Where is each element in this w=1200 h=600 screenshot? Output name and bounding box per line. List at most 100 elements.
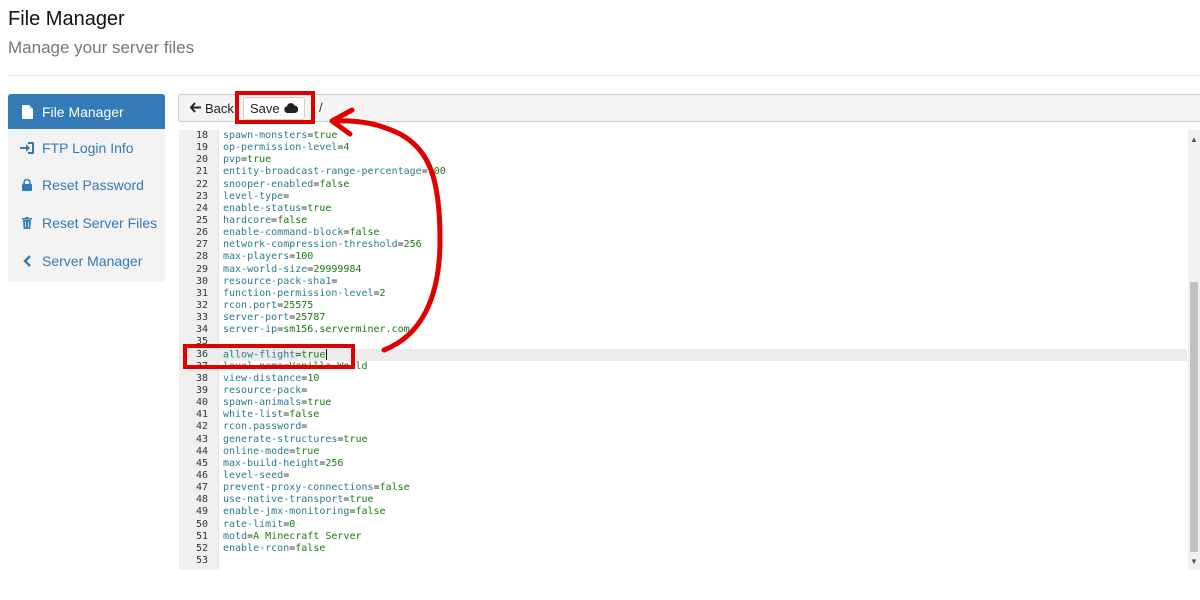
code-line[interactable]: 42 rcon.password=	[179, 421, 1187, 433]
back-button[interactable]: Back	[183, 97, 241, 120]
code-line[interactable]: 47 prevent-proxy-connections=false	[179, 482, 1187, 494]
property-value: false	[295, 542, 326, 554]
property-key: op-permission-level	[223, 142, 338, 154]
page-subtitle: Manage your server files	[8, 38, 195, 57]
code-line[interactable]: 49 enable-jmx-monitoring=false	[179, 506, 1187, 518]
property-key: view-distance	[223, 372, 302, 384]
scrollbar-thumb[interactable]	[1190, 282, 1198, 552]
property-key: rcon.port	[223, 299, 278, 311]
code-line[interactable]: 48 use-native-transport=true	[179, 494, 1187, 506]
code-line[interactable]: 30 resource-pack-sha1=	[179, 276, 1187, 288]
line-content: white-list=false	[223, 409, 319, 421]
code-line[interactable]: 18 spawn-monsters=true	[179, 130, 1187, 142]
sidebar-item-reset-password[interactable]: Reset Password	[8, 167, 165, 205]
code-line[interactable]: 25 hardcore=false	[179, 215, 1187, 227]
equals-sign: =	[283, 469, 290, 481]
code-line[interactable]: 52 enable-rcon=false	[179, 543, 1187, 555]
sidebar-item-ftp-login-info[interactable]: FTP Login Info	[8, 129, 165, 167]
property-key: level-seed	[223, 469, 284, 481]
code-line[interactable]: 26 enable-command-block=false	[179, 227, 1187, 239]
line-content: enable-rcon=false	[223, 543, 325, 555]
code-line[interactable]: 37 level-name=Vanilla World	[179, 361, 1187, 373]
code-line[interactable]: 39 resource-pack=	[179, 385, 1187, 397]
property-value: 256	[325, 457, 344, 469]
line-content: motd=A Minecraft Server	[223, 531, 362, 543]
code-line[interactable]: 20 pvp=true	[179, 154, 1187, 166]
code-line[interactable]: 45 max-build-height=256	[179, 458, 1187, 470]
line-number: 45	[195, 457, 208, 469]
property-key: spawn-monsters	[223, 130, 308, 141]
code-line[interactable]: 36 allow-flight=true	[179, 348, 1187, 361]
code-line[interactable]: 22 snooper-enabled=false	[179, 179, 1187, 191]
code-line[interactable]: 44 online-mode=true	[179, 446, 1187, 458]
arrow-left-icon	[189, 101, 201, 116]
sidebar-item-file-manager[interactable]: File Manager	[8, 94, 165, 129]
code-line[interactable]: 28 max-players=100	[179, 251, 1187, 263]
save-button[interactable]: Save	[243, 97, 305, 120]
line-number: 46	[195, 469, 208, 481]
property-key: pvp	[223, 154, 242, 166]
sidebar-item-server-manager[interactable]: Server Manager	[8, 242, 165, 280]
code-line[interactable]: 40 spawn-animals=true	[179, 397, 1187, 409]
code-line[interactable]: 53	[179, 555, 1187, 567]
code-line[interactable]: 33 server-port=25787	[179, 312, 1187, 324]
property-value: 29999984	[313, 263, 362, 275]
code-line[interactable]: 23 level-type=	[179, 191, 1187, 203]
code-line[interactable]: 43 generate-structures=true	[179, 434, 1187, 446]
property-value: true	[307, 202, 332, 214]
line-number: 48	[195, 494, 208, 506]
property-value: true	[313, 130, 338, 141]
code-line[interactable]: 24 enable-status=true	[179, 203, 1187, 215]
scroll-down-arrow-icon[interactable]: ▼	[1188, 554, 1200, 568]
text-cursor	[326, 348, 328, 360]
scroll-up-arrow-icon[interactable]: ▲	[1188, 132, 1200, 146]
code-line[interactable]: 50 rate-limit=0	[179, 519, 1187, 531]
line-content: level-type=	[223, 191, 289, 203]
code-line[interactable]: 31 function-permission-level=2	[179, 288, 1187, 300]
property-key: snooper-enabled	[223, 178, 314, 190]
line-content: resource-pack=	[223, 385, 307, 397]
property-value: 2	[379, 287, 386, 299]
code-line[interactable]: 27 network-compression-threshold=256	[179, 239, 1187, 251]
line-content: entity-broadcast-range-percentage=100	[223, 166, 446, 178]
code-line[interactable]: 34 server-ip=sm156.serverminer.com	[179, 324, 1187, 336]
code-line[interactable]: 29 max-world-size=29999984	[179, 264, 1187, 276]
property-key: allow-flight	[223, 349, 296, 361]
equals-sign: =	[283, 190, 290, 202]
line-number: 51	[195, 530, 208, 542]
property-value: Vanilla World	[289, 360, 368, 372]
chevron-left-icon	[18, 254, 36, 267]
property-key: white-list	[223, 409, 284, 421]
property-key: function-permission-level	[223, 287, 374, 299]
line-number: 34	[195, 324, 208, 336]
property-value: true	[295, 445, 320, 457]
editor-scrollbar[interactable]: ▲ ▼	[1188, 130, 1200, 570]
page-title: File Manager	[8, 8, 125, 30]
line-number: 20	[195, 154, 208, 166]
equals-sign: =	[331, 275, 338, 287]
code-line[interactable]: 21 entity-broadcast-range-percentage=100	[179, 166, 1187, 178]
code-line[interactable]: 35	[179, 336, 1187, 348]
property-value: false	[289, 409, 320, 421]
property-key: spawn-animals	[223, 397, 302, 409]
line-content: max-build-height=256	[223, 458, 343, 470]
line-content: resource-pack-sha1=	[223, 276, 337, 288]
property-key: max-players	[223, 251, 290, 263]
code-line[interactable]: 41 white-list=false	[179, 409, 1187, 421]
property-key: rate-limit	[223, 518, 284, 530]
property-value: A Minecraft Server	[253, 530, 362, 542]
code-line[interactable]: 51 motd=A Minecraft Server	[179, 531, 1187, 543]
equals-sign: =	[301, 384, 308, 396]
property-key: enable-status	[223, 202, 302, 214]
code-editor[interactable]: 18 spawn-monsters=true 19 op-permission-lev…	[179, 130, 1187, 570]
code-line[interactable]: 38 view-distance=10	[179, 373, 1187, 385]
code-line[interactable]: 19 op-permission-level=4	[179, 142, 1187, 154]
line-number: 37	[195, 360, 208, 372]
line-number: 23	[195, 190, 208, 202]
code-line[interactable]: 32 rcon.port=25575	[179, 300, 1187, 312]
property-key: resource-pack-sha1	[223, 275, 332, 287]
sidebar-item-reset-server-files[interactable]: Reset Server Files	[8, 204, 165, 242]
property-value: false	[355, 506, 386, 518]
lock-icon	[18, 179, 36, 192]
code-line[interactable]: 46 level-seed=	[179, 470, 1187, 482]
